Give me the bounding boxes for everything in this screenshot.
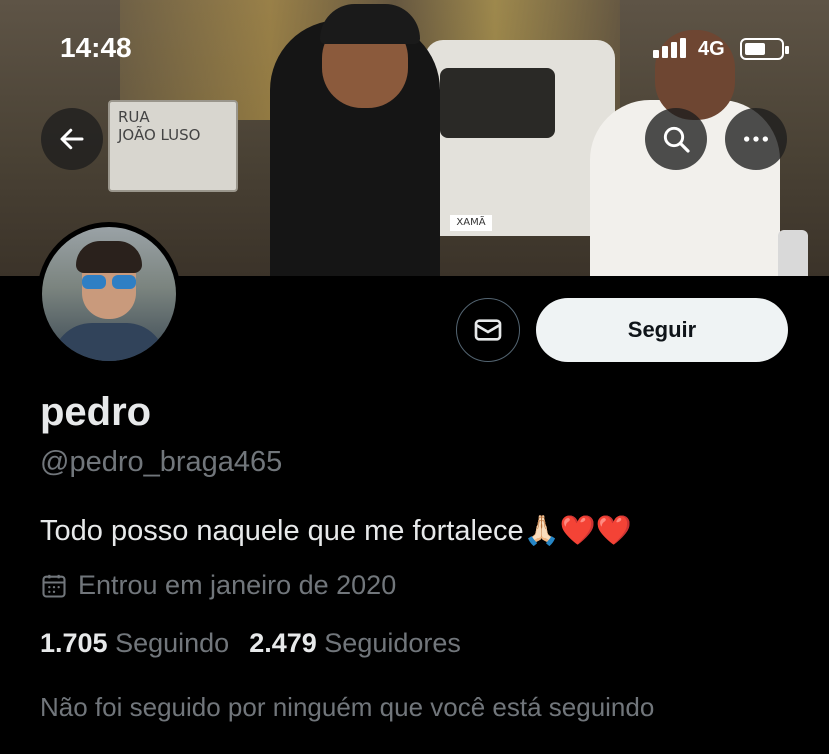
arrow-left-icon xyxy=(60,128,84,150)
follow-stats: 1.705 Seguindo 2.479 Seguidores xyxy=(40,628,461,659)
profile-bio: Todo posso naquele que me fortalece🙏🏻❤️❤… xyxy=(40,515,632,547)
followers-count: 2.479 xyxy=(249,628,317,658)
truck-plate: XAMÃ xyxy=(450,215,492,231)
street-sign-line2: JOÃO LUSO xyxy=(118,126,201,144)
battery-icon xyxy=(740,38,789,60)
avatar[interactable] xyxy=(37,222,181,366)
following-count: 1.705 xyxy=(40,628,108,658)
followed-by-note: Não foi seguido por ninguém que você est… xyxy=(40,692,655,722)
more-icon xyxy=(744,136,768,142)
search-icon xyxy=(663,126,690,153)
street-sign-line1: RUA xyxy=(118,108,150,126)
traffic-cone xyxy=(778,230,808,276)
mail-icon xyxy=(474,319,502,341)
joined-date: Entrou em janeiro de 2020 xyxy=(40,570,396,601)
followers-label: Seguidores xyxy=(324,628,461,658)
following-link[interactable]: 1.705 Seguindo xyxy=(40,628,229,658)
calendar-icon xyxy=(42,574,66,598)
back-button[interactable] xyxy=(41,108,103,170)
signal-icon xyxy=(653,38,689,58)
message-button[interactable] xyxy=(456,298,520,362)
profile-handle: @pedro_braga465 xyxy=(40,446,283,478)
street-sign: RUA JOÃO LUSO xyxy=(108,100,238,192)
search-button[interactable] xyxy=(645,108,707,170)
network-label: 4G xyxy=(698,38,725,60)
followers-link[interactable]: 2.479 Seguidores xyxy=(249,628,461,658)
follow-button[interactable]: Seguir xyxy=(536,298,788,362)
joined-date-text: Entrou em janeiro de 2020 xyxy=(78,570,397,600)
status-time: 14:48 xyxy=(60,32,132,63)
avatar-photo xyxy=(42,227,176,361)
profile-name: pedro xyxy=(40,390,152,434)
more-button[interactable] xyxy=(725,108,787,170)
status-bar: 14:48 4G xyxy=(0,0,829,100)
following-label: Seguindo xyxy=(115,628,230,658)
